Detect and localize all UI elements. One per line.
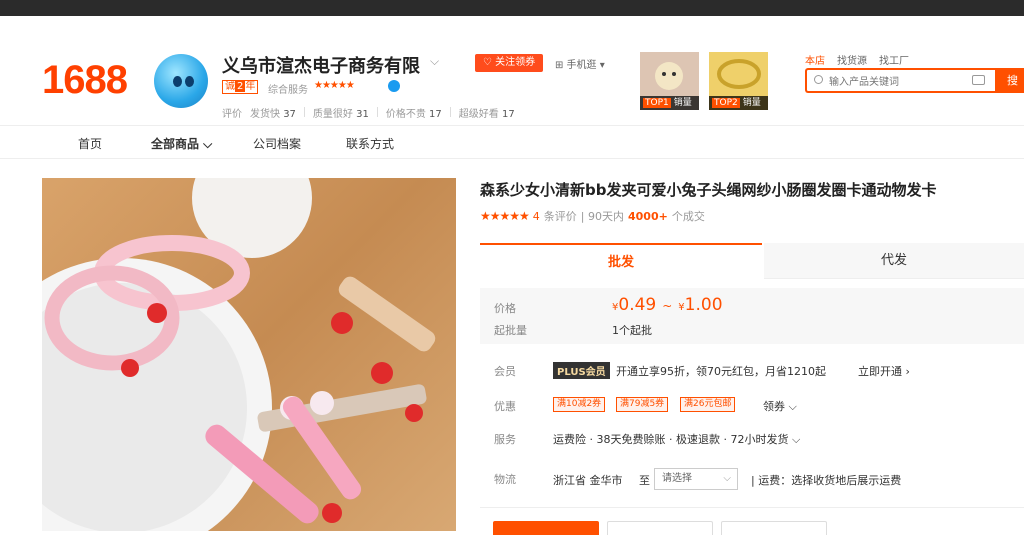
plus-badge: PLUS会员 <box>553 362 610 379</box>
eval-tag[interactable]: 发货快 37 <box>250 105 296 120</box>
tab-find-factory[interactable]: 找工厂 <box>879 52 909 67</box>
action-bar <box>480 507 1024 535</box>
sold-suffix: 个成交 <box>671 210 705 223</box>
eval-tags: 评价 发货快 37 质量很好 31 价格不贵 17 超级好看 17 <box>222 105 515 120</box>
service-stars: ★★★★★ <box>314 80 355 91</box>
eval-tag[interactable]: 超级好看 17 <box>459 105 515 120</box>
plus-open-link[interactable]: 立即开通 › <box>858 363 910 379</box>
price-range: ¥0.49 ~ ¥1.00 <box>612 295 723 315</box>
search-button[interactable]: 搜 <box>995 68 1024 93</box>
year-badge-unit: 年 <box>245 81 256 92</box>
action-button[interactable] <box>721 521 827 535</box>
get-coupon-button[interactable]: 领券 ⌵ <box>763 398 797 414</box>
tab-wholesale[interactable]: 批发 <box>480 243 762 279</box>
primary-action-button[interactable] <box>493 521 599 535</box>
freight-text: | 运费：选择收货地后展示运费 <box>751 474 902 487</box>
hot-product-2[interactable]: TOP2 销量 <box>709 52 768 110</box>
logistics-label: 物流 <box>494 473 516 486</box>
phone-shop-link[interactable]: ⊞ 手机逛 ▾ <box>555 56 605 71</box>
search-input[interactable] <box>829 72 979 93</box>
ship-to-label: 至 <box>639 474 650 487</box>
review-count[interactable]: 4 <box>533 210 540 223</box>
eval-tag[interactable]: 价格不贵 17 <box>386 105 442 120</box>
site-logo[interactable]: 1688 <box>42 58 128 103</box>
eval-tag[interactable]: 质量很好 31 <box>313 105 369 120</box>
product-title: 森系少女小清新bb发夹可爱小兔子头绳网纱小肠圈发圈卡通动物发卡 <box>480 181 937 199</box>
tab-find-source[interactable]: 找货源 <box>837 52 867 67</box>
camera-icon[interactable] <box>972 75 985 85</box>
ship-from: 浙江省 金华市 <box>553 474 623 487</box>
plus-text: 开通立享95折，领70元红包，月省1210起 <box>616 365 826 378</box>
tab-this-shop[interactable]: 本店 <box>805 52 825 67</box>
year-badge-num: 2 <box>235 81 246 92</box>
nav-all-products[interactable]: 全部商品 ⌵ <box>151 135 212 152</box>
hot-label: TOP1 销量 <box>640 96 699 110</box>
hot-product-1[interactable]: TOP1 销量 <box>640 52 699 110</box>
year-badge-prefix: 诚 <box>225 81 235 92</box>
member-label: 会员 <box>494 365 516 378</box>
coupon-tag[interactable]: 满26元包邮 <box>680 397 736 412</box>
sold-prefix: | 90天内 <box>580 210 624 223</box>
service-label: 服务 <box>494 433 516 446</box>
search-scope-tabs: 本店 找货源 找工厂 <box>805 52 909 67</box>
product-photo <box>42 178 436 531</box>
eval-label: 评价 <box>222 109 242 120</box>
avatar-eye <box>185 76 194 87</box>
hot-label: TOP2 销量 <box>709 96 768 110</box>
service-label: 综合服务 <box>268 85 308 96</box>
tab-dropship[interactable]: 代发 <box>764 243 1024 279</box>
chevron-down-icon[interactable]: ⌵ <box>430 54 439 69</box>
top-bar <box>0 0 1024 16</box>
purchase-mode-tabs: 批发 代发 <box>480 243 1024 279</box>
service-text[interactable]: 运费险 · 38天免费赊账 · 极速退款 · 72小时发货 ⌵ <box>553 431 800 447</box>
verified-icon <box>388 80 400 92</box>
chevron-down-icon: ⌵ <box>723 473 731 484</box>
rating-row: ★★★★★ 4 条评价 | 90天内 4000+ 个成交 <box>480 208 705 224</box>
price-box: 价格 ¥0.49 ~ ¥1.00 起批量 1个起批 <box>480 288 1024 344</box>
discount-label: 优惠 <box>494 400 516 413</box>
coupon-tag[interactable]: 满79减5券 <box>616 397 669 412</box>
product-thumb <box>709 52 768 96</box>
destination-select[interactable]: 请选择 ⌵ <box>654 468 738 490</box>
price-label: 价格 <box>494 302 516 315</box>
avatar-eye <box>173 76 182 87</box>
sold-count: 4000+ <box>628 209 668 223</box>
shop-nav: 首页 全部商品 ⌵ 公司档案 联系方式 <box>0 127 1024 159</box>
search-box <box>805 68 995 93</box>
rating-stars: ★★★★★ <box>480 209 530 223</box>
shop-header: 1688 义乌市渲杰电子商务有限 ⌵ 诚2年 综合服务 ★★★★★ 评价 发货快… <box>0 16 1024 126</box>
nav-home[interactable]: 首页 <box>78 135 102 152</box>
action-button[interactable] <box>607 521 713 535</box>
search-icon <box>814 75 823 84</box>
moq-label: 起批量 <box>494 324 527 337</box>
shop-avatar[interactable] <box>154 54 208 108</box>
nav-company-profile[interactable]: 公司档案 <box>253 135 301 152</box>
review-label[interactable]: 条评价 <box>544 208 577 224</box>
moq-value: 1个起批 <box>612 324 652 337</box>
shop-name[interactable]: 义乌市渲杰电子商务有限 <box>222 52 420 78</box>
product-thumb <box>640 52 699 96</box>
follow-coupon-button[interactable]: ♡ 关注领券 <box>475 54 543 72</box>
coupon-tag[interactable]: 满10减2券 <box>553 397 606 412</box>
year-badge: 诚2年 <box>222 80 259 94</box>
product-main-image[interactable] <box>42 178 456 531</box>
nav-contact[interactable]: 联系方式 <box>346 135 394 152</box>
